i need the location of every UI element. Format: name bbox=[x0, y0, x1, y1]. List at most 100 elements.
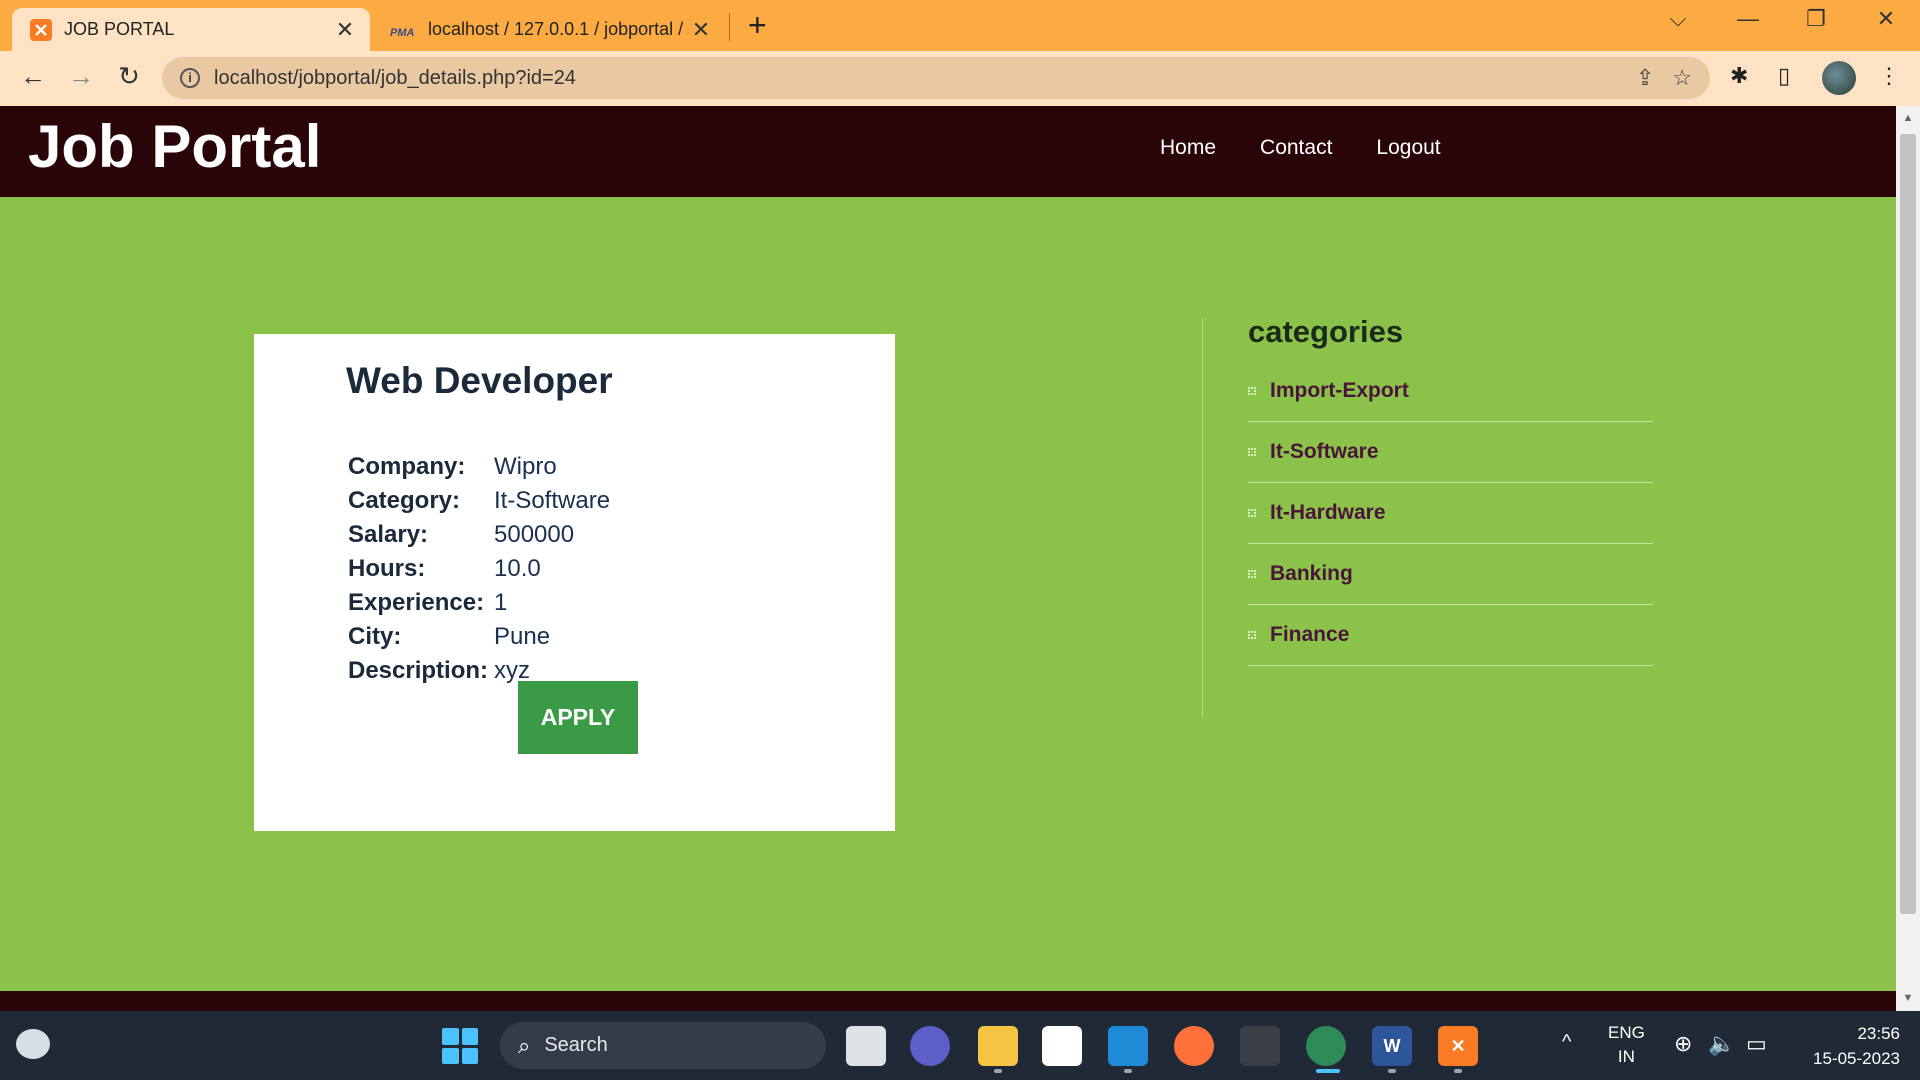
firefox-icon[interactable] bbox=[1174, 1026, 1214, 1066]
nav-logout[interactable]: Logout bbox=[1376, 136, 1440, 160]
detail-label: Category: bbox=[348, 487, 461, 514]
xampp-icon bbox=[30, 18, 52, 41]
info-icon[interactable]: i bbox=[180, 68, 200, 88]
category-item-it-hardware[interactable]: It-Hardware bbox=[1248, 483, 1653, 544]
vscode-icon[interactable] bbox=[1108, 1026, 1148, 1066]
clock-time: 23:56 bbox=[1857, 1024, 1900, 1043]
address-bar[interactable]: i localhost/jobportal/job_details.php?id… bbox=[162, 57, 1710, 99]
chevron-up-icon[interactable]: ^ bbox=[1562, 1031, 1571, 1054]
svg-text:PMA: PMA bbox=[390, 27, 415, 39]
page-viewport: Job Portal Home Contact Logout Web Devel… bbox=[0, 106, 1920, 1011]
file-explorer-icon[interactable] bbox=[978, 1026, 1018, 1066]
site-footer bbox=[0, 991, 1896, 1011]
language-code: ENG bbox=[1608, 1023, 1645, 1042]
job-details-table: Company: Wipro Category: It-Software Sal… bbox=[348, 450, 610, 688]
tab-separator bbox=[729, 13, 730, 41]
category-item-banking[interactable]: Banking bbox=[1248, 544, 1653, 605]
reload-icon[interactable]: ↻ bbox=[112, 61, 146, 92]
detail-value: Wipro bbox=[494, 453, 557, 480]
active-indicator bbox=[1316, 1069, 1340, 1073]
network-icon[interactable]: ⊕ bbox=[1674, 1031, 1692, 1057]
chrome-icon[interactable] bbox=[1306, 1026, 1346, 1066]
teams-icon[interactable] bbox=[910, 1026, 950, 1066]
xampp-icon[interactable]: ✕ bbox=[1438, 1026, 1478, 1066]
back-icon[interactable]: ← bbox=[16, 61, 50, 92]
bullet-icon bbox=[1248, 448, 1256, 456]
detail-value: 1 bbox=[494, 589, 508, 616]
detail-value: Pune bbox=[494, 623, 551, 650]
bullet-icon bbox=[1248, 570, 1256, 578]
microsoft-store-icon[interactable] bbox=[1042, 1026, 1082, 1066]
detail-label: Experience: bbox=[348, 589, 485, 616]
scroll-up-icon[interactable]: ▲ bbox=[1896, 112, 1920, 124]
search-icon: ⌕ bbox=[518, 1032, 531, 1058]
side-panel-icon[interactable]: ▯ bbox=[1778, 63, 1790, 89]
phpmyadmin-icon: PMA bbox=[390, 27, 415, 39]
detail-row-experience: Experience: 1 bbox=[348, 586, 610, 620]
share-icon[interactable]: ⇪ bbox=[1636, 65, 1654, 91]
tab-title: localhost / 127.0.0.1 / jobportal / bbox=[428, 19, 684, 39]
category-item-import-export[interactable]: Import-Export bbox=[1248, 361, 1653, 422]
tab-phpmyadmin[interactable]: PMA localhost / 127.0.0.1 / jobportal / … bbox=[380, 8, 726, 51]
category-label[interactable]: Banking bbox=[1270, 562, 1353, 586]
battery-icon[interactable]: ▭ bbox=[1746, 1031, 1767, 1057]
detail-row-category: Category: It-Software bbox=[348, 484, 610, 518]
taskbar-search[interactable]: ⌕ Search bbox=[500, 1022, 826, 1069]
detail-label: Hours: bbox=[348, 555, 426, 582]
category-label[interactable]: It-Software bbox=[1270, 440, 1379, 464]
category-label[interactable]: Import-Export bbox=[1270, 379, 1409, 403]
weather-icon[interactable] bbox=[16, 1029, 50, 1059]
avatar[interactable] bbox=[1822, 61, 1856, 95]
apply-button[interactable]: APPLY bbox=[518, 681, 638, 754]
new-tab-icon[interactable]: + bbox=[748, 8, 767, 42]
url-text[interactable]: localhost/jobportal/job_details.php?id=2… bbox=[214, 67, 1636, 90]
browser-toolbar: ← → ↻ i localhost/jobportal/job_details.… bbox=[0, 51, 1920, 106]
volume-icon[interactable]: 🔈 bbox=[1708, 1031, 1735, 1057]
tab-job-portal[interactable]: JOB PORTAL ✕ bbox=[12, 8, 370, 51]
running-indicator bbox=[1454, 1069, 1462, 1073]
close-icon[interactable]: ✕ bbox=[334, 17, 356, 43]
detail-row-hours: Hours: 10.0 bbox=[348, 552, 610, 586]
detail-row-salary: Salary: 500000 bbox=[348, 518, 610, 552]
language-indicator[interactable]: ENG IN bbox=[1608, 1021, 1645, 1069]
category-item-finance[interactable]: Finance bbox=[1248, 605, 1653, 666]
category-label[interactable]: It-Hardware bbox=[1270, 501, 1386, 525]
close-icon[interactable]: ✕ bbox=[690, 17, 712, 43]
clock[interactable]: 23:56 15-05-2023 bbox=[1790, 1021, 1900, 1071]
terminal-icon[interactable] bbox=[1240, 1026, 1280, 1066]
detail-label: Salary: bbox=[348, 521, 429, 548]
windows-start-icon[interactable] bbox=[442, 1028, 478, 1064]
minimize-icon[interactable]: — bbox=[1728, 6, 1768, 32]
bullet-icon bbox=[1248, 387, 1256, 395]
forward-icon[interactable]: → bbox=[64, 61, 98, 92]
region-code: IN bbox=[1617, 1047, 1635, 1066]
vertical-scrollbar[interactable]: ▲ ▼ bbox=[1896, 106, 1920, 1011]
task-view-icon[interactable] bbox=[846, 1026, 886, 1066]
star-icon[interactable]: ☆ bbox=[1672, 65, 1692, 91]
categories-list: Import-Export It-Software It-Hardware Ba… bbox=[1248, 361, 1653, 666]
site-header: Job Portal Home Contact Logout bbox=[0, 106, 1896, 197]
extensions-icon[interactable]: ✱ bbox=[1730, 63, 1748, 89]
scroll-thumb[interactable] bbox=[1900, 134, 1916, 914]
bullet-icon bbox=[1248, 631, 1256, 639]
restore-icon[interactable]: ❐ bbox=[1796, 6, 1836, 32]
job-details-card: Web Developer Company: Wipro Category: I… bbox=[254, 334, 895, 831]
menu-icon[interactable]: ⋮ bbox=[1878, 63, 1900, 89]
detail-value: 10.0 bbox=[494, 555, 541, 582]
detail-row-city: City: Pune bbox=[348, 620, 610, 654]
site-logo[interactable]: Job Portal bbox=[28, 112, 321, 181]
browser-tab-bar: JOB PORTAL ✕ PMA localhost / 127.0.0.1 /… bbox=[0, 0, 1920, 51]
running-indicator bbox=[1124, 1069, 1132, 1073]
category-label[interactable]: Finance bbox=[1270, 623, 1349, 647]
word-icon[interactable]: W bbox=[1372, 1026, 1412, 1066]
chevron-down-icon[interactable]: ⌵ bbox=[1658, 6, 1698, 32]
main-nav: Home Contact Logout bbox=[1160, 136, 1441, 160]
detail-label: City: bbox=[348, 623, 402, 650]
detail-row-company: Company: Wipro bbox=[348, 450, 610, 484]
categories-heading: categories bbox=[1248, 314, 1404, 349]
category-item-it-software[interactable]: It-Software bbox=[1248, 422, 1653, 483]
nav-home[interactable]: Home bbox=[1160, 136, 1216, 160]
nav-contact[interactable]: Contact bbox=[1260, 136, 1332, 160]
window-close-icon[interactable]: ✕ bbox=[1866, 6, 1906, 32]
scroll-down-icon[interactable]: ▼ bbox=[1896, 992, 1920, 1004]
